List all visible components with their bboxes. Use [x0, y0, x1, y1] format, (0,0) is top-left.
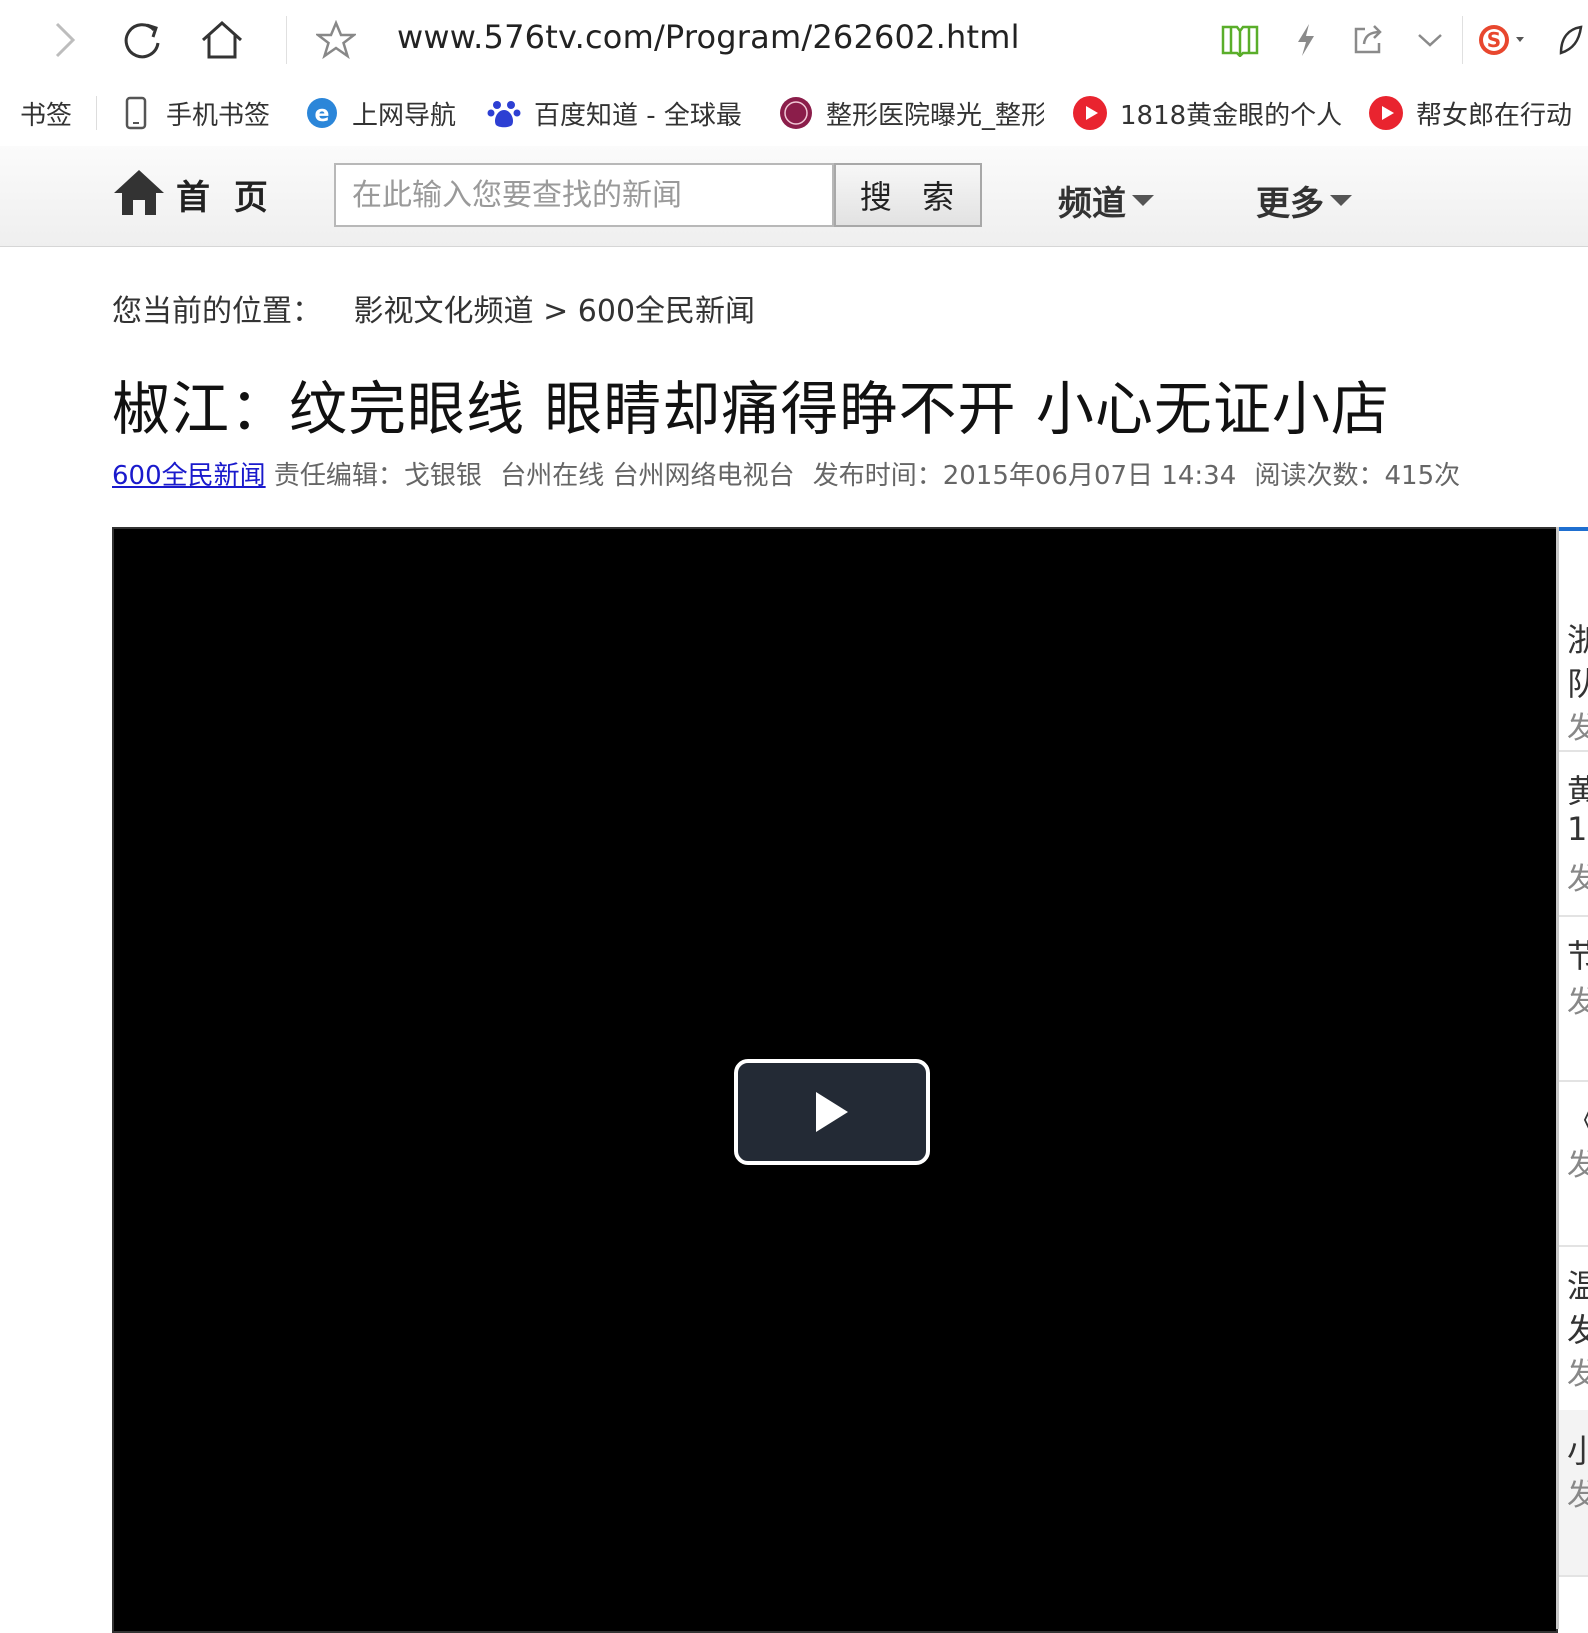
- publish-time: 发布时间：2015年06月07日 14:34: [812, 461, 1237, 491]
- reader-mode-icon[interactable]: [1214, 14, 1266, 66]
- editor-text: 责任编辑：戈银银: [273, 461, 482, 491]
- bookmark-item-nav[interactable]: e 上网导航: [304, 80, 464, 146]
- item-line: 浙: [1567, 615, 1588, 661]
- reload-icon[interactable]: [116, 14, 168, 66]
- hospital-logo-icon: [778, 95, 814, 131]
- list-item[interactable]: 《 发: [1559, 1080, 1588, 1247]
- svg-text:e: e: [315, 102, 330, 127]
- publisher-text: 台州在线 台州网络电视台: [500, 461, 795, 491]
- favorite-star-icon[interactable]: [310, 14, 362, 66]
- list-item[interactable]: 节 发: [1559, 915, 1588, 1082]
- caret-down-icon: [1330, 195, 1352, 206]
- article-title: 椒江：纹完眼线 眼睛却痛得睁不开 小心无证小店: [112, 375, 1390, 443]
- bookmarks-divider: [96, 96, 97, 130]
- bookmarks-folder[interactable]: 书签: [20, 80, 72, 146]
- bookmark-item-mobile[interactable]: 手机书签: [118, 80, 282, 146]
- site-nav-bar: 首 页 搜 索 频道 更多: [0, 146, 1588, 247]
- item-line: 节: [1567, 931, 1588, 977]
- menu-channels-label: 频道: [1058, 184, 1126, 224]
- menu-more[interactable]: 更多: [1256, 176, 1352, 225]
- read-count: 阅读次数：415次: [1254, 461, 1461, 491]
- item-line: 1(: [1567, 810, 1588, 848]
- source-link[interactable]: 600全民新闻: [112, 461, 266, 491]
- breadcrumb-channel-link[interactable]: 影视文化频道: [354, 294, 534, 329]
- bookmarks-bar: 书签 手机书签 e 上网导航 百度知道 - 全球最 整形医院曝光_整形 1818…: [0, 80, 1588, 147]
- list-item[interactable]: 温 发 发: [1559, 1245, 1588, 1412]
- home-label: 首 页: [176, 177, 274, 218]
- bookmark-label: 百度知道 - 全球最: [534, 100, 742, 131]
- home-link[interactable]: 首 页: [112, 166, 274, 222]
- menu-more-label: 更多: [1256, 184, 1324, 224]
- baidu-paw-icon: [486, 95, 522, 131]
- toolbar-divider: [1462, 16, 1463, 64]
- list-item[interactable]: 浙 队 发: [1559, 527, 1588, 752]
- red-play-icon: [1072, 95, 1108, 131]
- item-date: 发: [1567, 1470, 1588, 1514]
- svg-text:S: S: [1487, 28, 1501, 52]
- news-search-input[interactable]: [334, 163, 834, 227]
- bookmark-item-1818[interactable]: 1818黄金眼的个人: [1072, 80, 1350, 146]
- ie-icon: e: [304, 95, 340, 131]
- bookmark-label: 上网导航: [352, 100, 457, 131]
- bookmark-item-baidu[interactable]: 百度知道 - 全球最: [486, 80, 748, 146]
- item-line: 队: [1567, 659, 1588, 705]
- forward-icon[interactable]: [38, 14, 90, 66]
- item-line: 小: [1567, 1426, 1588, 1472]
- bookmark-item-hospital[interactable]: 整形医院曝光_整形: [778, 80, 1044, 146]
- bookmark-label: 帮女郎在行动: [1416, 100, 1573, 131]
- item-line: 发: [1567, 1305, 1588, 1351]
- item-line: 温: [1567, 1261, 1588, 1307]
- lightning-icon[interactable]: [1280, 14, 1332, 66]
- bookmark-label: 1818黄金眼的个人: [1120, 100, 1343, 131]
- list-item[interactable]: 黄 1( 发: [1559, 750, 1588, 917]
- caret-down-icon: [1132, 195, 1154, 206]
- house-icon: [112, 167, 166, 221]
- chevron-down-icon[interactable]: [1404, 14, 1456, 66]
- browser-toolbar: www.576tv.com/Program/262602.html S: [0, 0, 1588, 81]
- item-date: 发: [1567, 854, 1588, 898]
- breadcrumb: 您当前的位置： 影视文化频道 > 600全民新闻: [112, 286, 755, 330]
- item-date: 发: [1567, 1140, 1588, 1184]
- item-line: 黄: [1567, 766, 1588, 812]
- red-play-icon: [1368, 95, 1404, 131]
- video-player[interactable]: [112, 527, 1558, 1633]
- breadcrumb-separator: >: [543, 294, 569, 329]
- breadcrumb-prefix: 您当前的位置：: [112, 294, 322, 329]
- bookmark-item-bangnvlang[interactable]: 帮女郎在行动: [1368, 80, 1588, 146]
- bookmark-label: 整形医院曝光_整形: [826, 100, 1044, 131]
- item-date: 发: [1567, 703, 1588, 747]
- home-icon[interactable]: [196, 14, 248, 66]
- address-bar[interactable]: www.576tv.com/Program/262602.html: [397, 18, 1020, 56]
- article-meta: 600全民新闻 责任编辑：戈银银 台州在线 台州网络电视台 发布时间：2015年…: [112, 455, 1470, 492]
- phone-icon: [118, 95, 154, 131]
- search-button[interactable]: 搜 索: [834, 163, 982, 227]
- item-date: 发: [1567, 1349, 1588, 1393]
- item-date: 发: [1567, 977, 1588, 1021]
- list-item[interactable]: 小 发: [1559, 1410, 1588, 1577]
- toolbar-divider: [286, 16, 287, 64]
- item-line: 《: [1567, 1096, 1588, 1142]
- menu-channels[interactable]: 频道: [1058, 176, 1154, 225]
- leaf-icon[interactable]: [1552, 14, 1588, 66]
- bookmark-label: 手机书签: [166, 100, 271, 131]
- sogou-logo-icon[interactable]: S: [1476, 14, 1528, 66]
- breadcrumb-current-link[interactable]: 600全民新闻: [578, 294, 755, 329]
- play-icon: [816, 1092, 848, 1132]
- related-news-sidebar: 浙 队 发 黄 1( 发 节 发 《 发 温 发 发 小 发: [1556, 527, 1588, 1629]
- share-icon[interactable]: [1342, 14, 1394, 66]
- bookmarks-folder-label: 书签: [20, 100, 73, 131]
- play-button[interactable]: [734, 1059, 930, 1165]
